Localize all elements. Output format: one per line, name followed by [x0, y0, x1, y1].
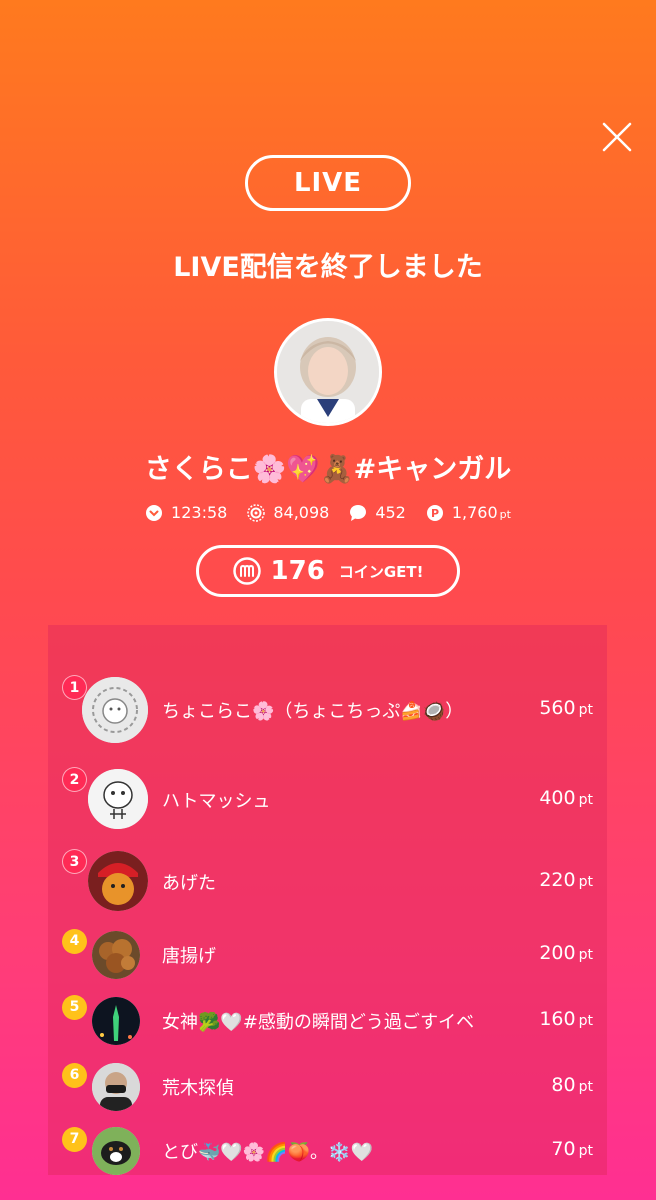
points-number: 200 [539, 942, 576, 964]
points-unit: pt [578, 874, 593, 890]
coin-icon [232, 557, 261, 585]
ranking-row-1[interactable]: 1 ちょこらこ🌸（ちょこちっぷ🍰🥥） 560 pt [48, 675, 607, 745]
user-avatar[interactable] [92, 1127, 140, 1175]
user-points: 220 pt [539, 869, 593, 891]
ranking-row-2[interactable]: 2 ハトマッシュ 400 pt [48, 767, 607, 837]
ranking-row-6[interactable]: 6 荒木探偵 80 pt [48, 1063, 607, 1133]
close-button[interactable] [602, 122, 632, 152]
user-name: 女神🥦🤍#感動の瞬間どう過ごすイベ [162, 1012, 475, 1033]
points-value: 1,760 [451, 503, 498, 522]
points-number: 80 [551, 1074, 576, 1096]
host-avatar[interactable] [274, 318, 382, 426]
rank-badge: 7 [62, 1127, 87, 1152]
points-number: 160 [539, 1008, 576, 1030]
user-points: 560 pt [539, 697, 593, 719]
points-number: 400 [539, 787, 576, 809]
points-unit: pt [499, 508, 511, 521]
page-title: LIVE配信を終了しました [173, 252, 483, 283]
user-name: 荒木探偵 [162, 1078, 234, 1099]
svg-text:P: P [431, 507, 439, 520]
coin-label: コインGET! [338, 562, 424, 581]
live-badge: LIVE [245, 155, 411, 211]
ranking-row-3[interactable]: 3 あげた 220 pt [48, 849, 607, 919]
user-avatar[interactable] [88, 769, 148, 829]
user-points: 160 pt [539, 1008, 593, 1030]
comment-icon [350, 504, 367, 521]
host-photo [277, 321, 379, 423]
ranking-row-4[interactable]: 4 唐揚げ 200 pt [48, 929, 607, 999]
rank-badge: 3 [62, 849, 87, 874]
points-unit: pt [578, 1143, 593, 1159]
points-unit: pt [578, 792, 593, 808]
viewers-icon [247, 503, 266, 522]
user-avatar[interactable] [92, 1063, 140, 1111]
comments-value: 452 [375, 503, 406, 522]
points-icon: P [426, 504, 443, 521]
coin-value: 176 [270, 556, 325, 586]
duration-icon [146, 504, 163, 521]
points-number: 220 [539, 869, 576, 891]
rank-badge: 4 [62, 929, 87, 954]
user-points: 200 pt [539, 942, 593, 964]
ranking-row-5[interactable]: 5 女神🥦🤍#感動の瞬間どう過ごすイベ 160 pt [48, 995, 607, 1065]
points-number: 560 [539, 697, 576, 719]
points-unit: pt [578, 1079, 593, 1095]
user-avatar[interactable] [92, 931, 140, 979]
viewers-stat: 84,098 [247, 503, 329, 522]
user-avatar[interactable] [92, 997, 140, 1045]
points-unit: pt [578, 702, 593, 718]
user-points: 70 pt [551, 1138, 593, 1160]
user-points: 400 pt [539, 787, 593, 809]
rank-badge: 1 [62, 675, 87, 700]
comments-stat: 452 [349, 503, 406, 522]
user-avatar[interactable] [82, 677, 148, 743]
user-name: あげた [162, 873, 216, 894]
user-points: 80 pt [551, 1074, 593, 1096]
viewers-value: 84,098 [273, 503, 330, 522]
points-unit: pt [578, 1013, 593, 1029]
rank-badge: 2 [62, 767, 87, 792]
stats-bar: 123:58 84,098 452 P 1,760 pt [0, 503, 656, 522]
rank-badge: 6 [62, 1063, 87, 1088]
ranking-row-7[interactable]: 7 とび🐳🤍🌸🌈🍑。❄️🤍 70 pt [48, 1127, 607, 1175]
duration-value: 123:58 [171, 503, 228, 522]
host-name: さくらこ🌸💖🧸#キャンガル [144, 454, 512, 485]
close-icon [602, 122, 632, 152]
user-name: ちょこらこ🌸（ちょこちっぷ🍰🥥） [162, 701, 464, 722]
points-number: 70 [551, 1138, 576, 1160]
points-unit: pt [578, 947, 593, 963]
rank-badge: 5 [62, 995, 87, 1020]
user-name: ハトマッシュ [162, 791, 271, 812]
coin-get-badge: 176 コインGET! [196, 545, 460, 597]
points-stat: P 1,760 pt [426, 503, 511, 522]
duration-stat: 123:58 [145, 503, 227, 522]
ranking-list[interactable]: 1 ちょこらこ🌸（ちょこちっぷ🍰🥥） 560 pt 2 ハトマッシュ 400 p… [48, 625, 607, 1175]
user-avatar[interactable] [88, 851, 148, 911]
user-name: 唐揚げ [162, 946, 216, 967]
user-name: とび🐳🤍🌸🌈🍑。❄️🤍 [162, 1142, 373, 1163]
